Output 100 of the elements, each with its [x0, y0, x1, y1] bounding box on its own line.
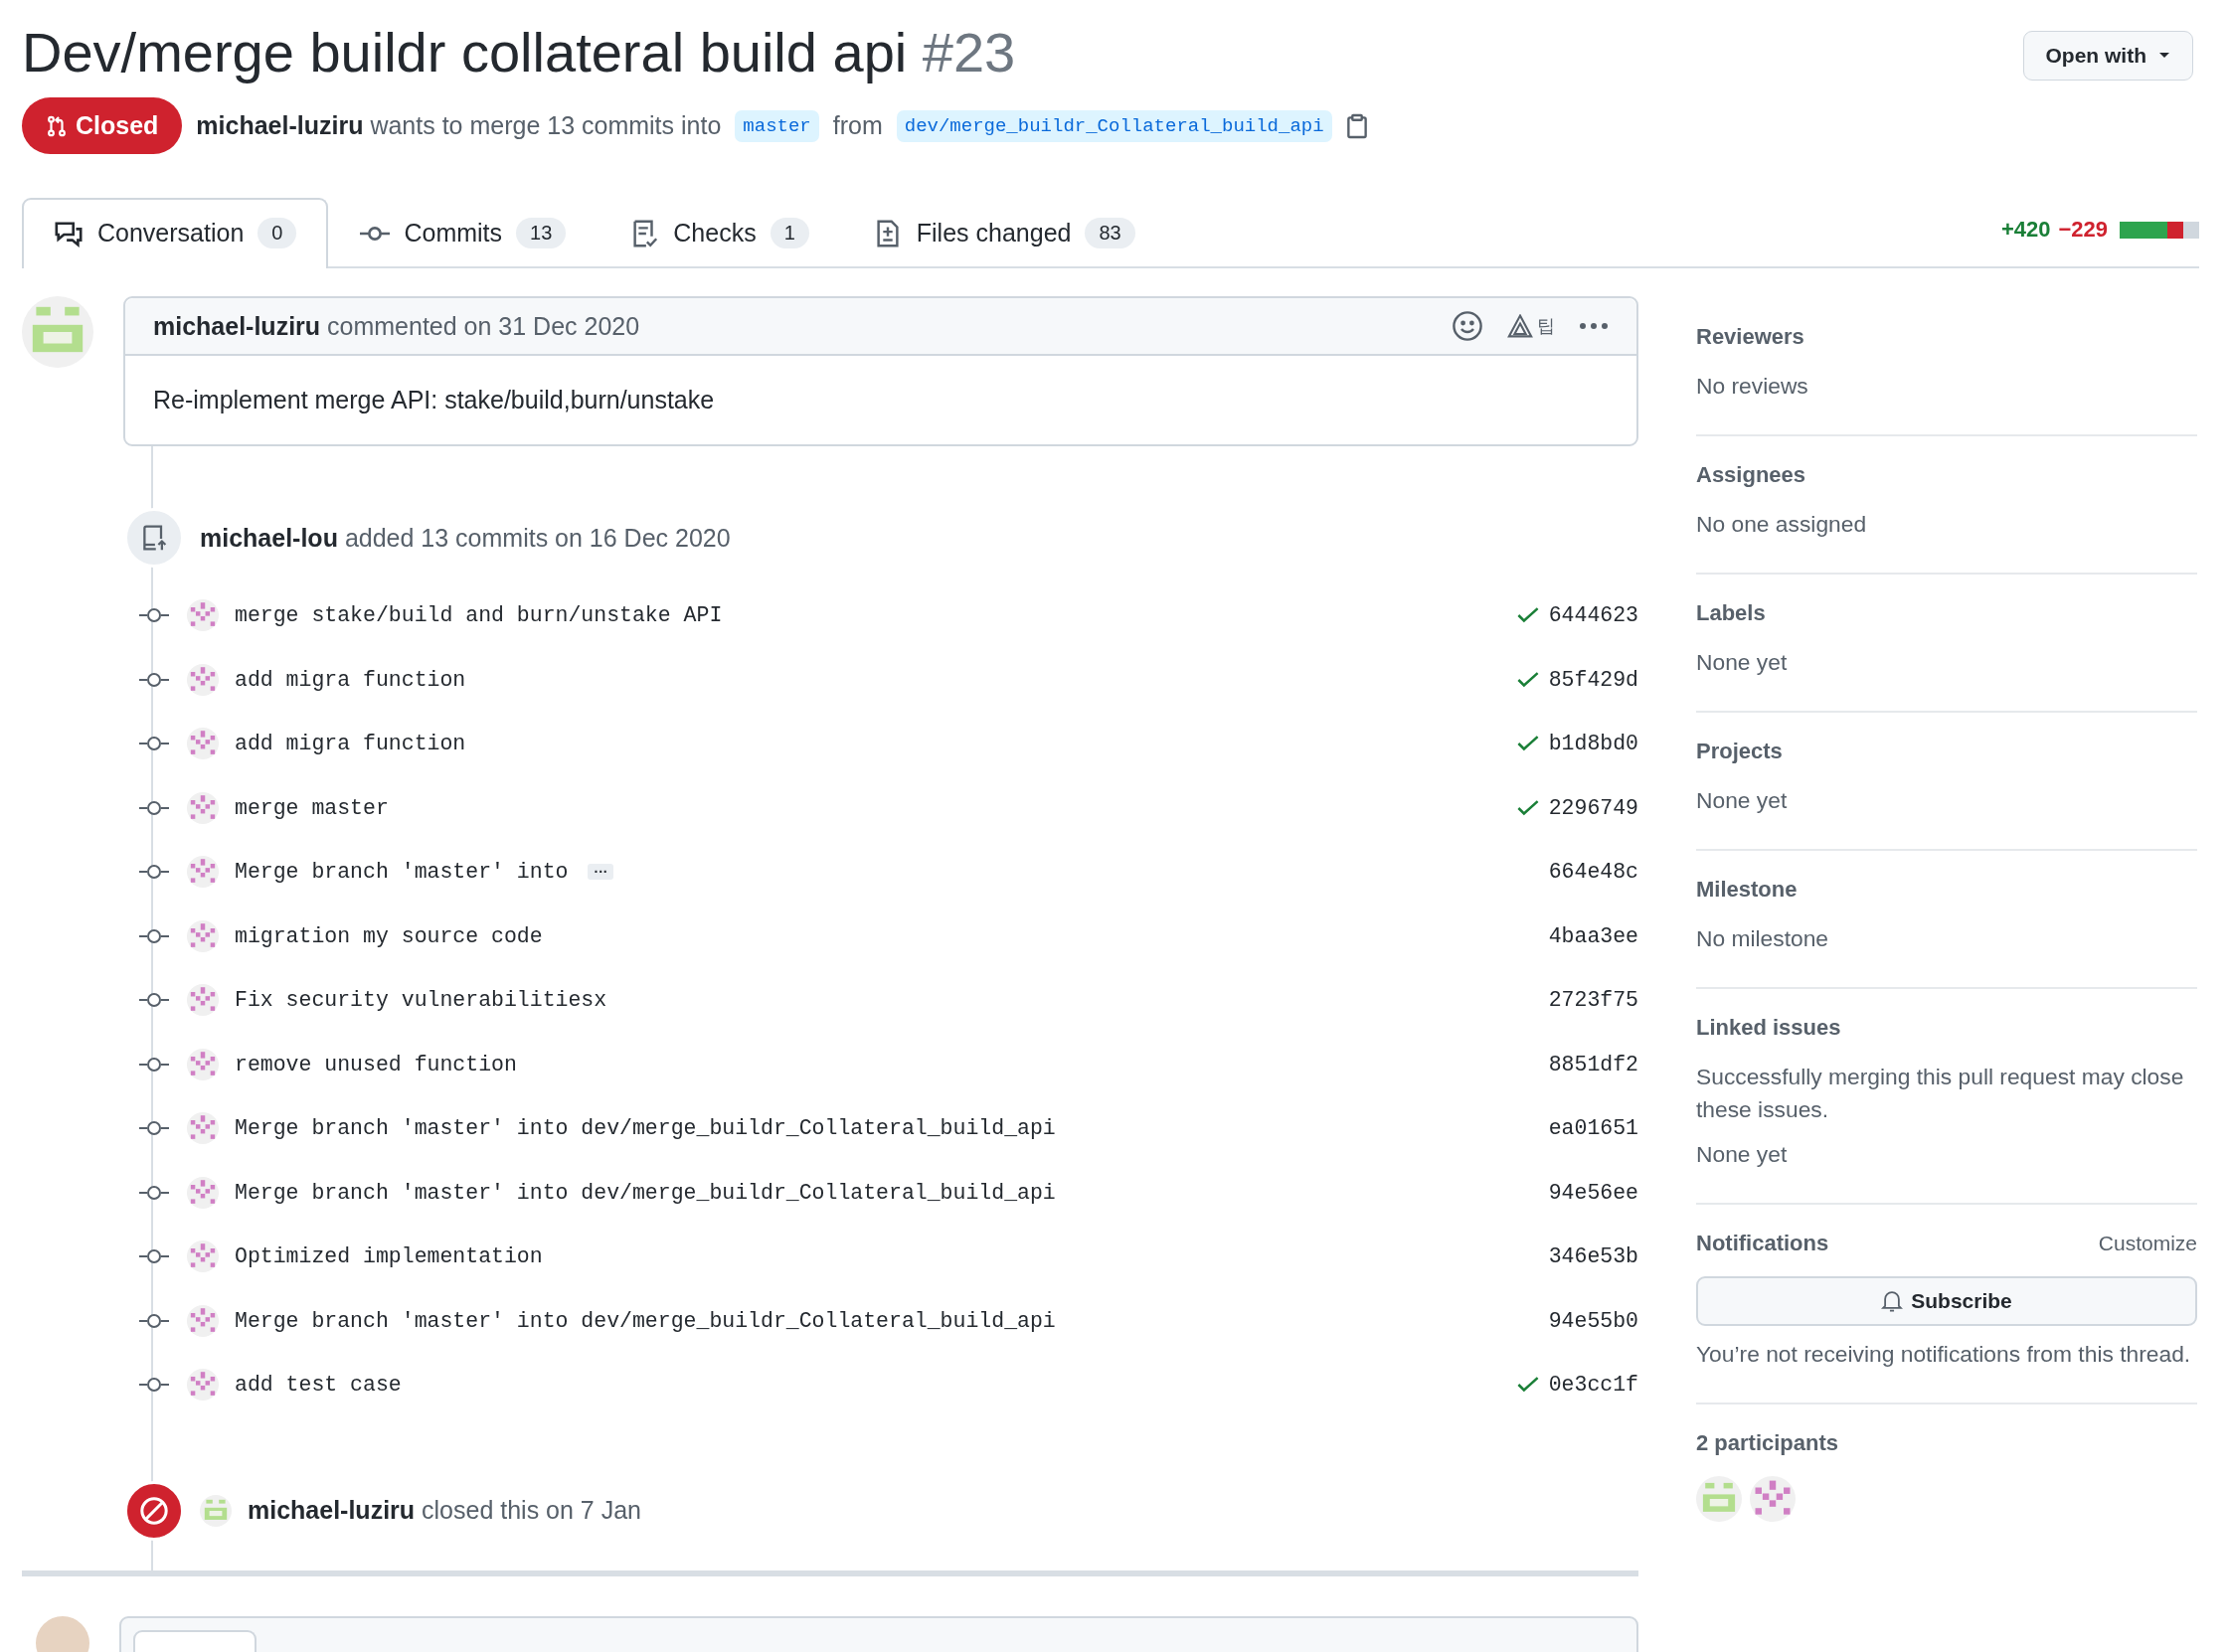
commit-node-icon [139, 799, 169, 816]
pull-request-icon [46, 113, 68, 138]
count-badge: 83 [1085, 218, 1135, 248]
avatar-icon [1750, 1476, 1796, 1522]
expand-button[interactable]: ··· [588, 864, 614, 881]
commit-node-icon [139, 1248, 169, 1265]
tab[interactable]: Commits 13 [328, 198, 599, 268]
commit-sha-link[interactable]: 94e55b0 [1548, 1308, 1638, 1333]
count-badge: 0 [257, 218, 297, 248]
sidebar-heading[interactable]: Milestone [1696, 877, 1798, 903]
push-icon [140, 524, 168, 552]
sidebar-heading[interactable]: Assignees [1696, 462, 1806, 488]
notification-note: You’re not receiving notifications from this thread. [1696, 1340, 2192, 1369]
commit-sha-link[interactable]: b1d8bd0 [1548, 732, 1638, 756]
avatar-icon [187, 856, 219, 889]
commit-message-link[interactable]: Fix security vulnerabilitiesx [235, 988, 607, 1013]
commit-node-icon [139, 1120, 169, 1137]
bell-icon [1881, 1289, 1904, 1313]
commit-sha-link[interactable]: 6444623 [1548, 603, 1638, 628]
commit-node-icon [139, 736, 169, 752]
commit-message-link[interactable]: add migra function [235, 667, 466, 692]
commit-node-icon [139, 927, 169, 944]
commit-sha-link[interactable]: 0e3cc1f [1548, 1373, 1638, 1398]
sidebar-heading[interactable]: Reviewers [1696, 324, 1804, 350]
tab[interactable]: Checks 1 [598, 198, 841, 268]
commit-message-link[interactable]: merge master [235, 795, 389, 820]
head-branch-link[interactable]: dev/merge_buildr_Collateral_build_api [896, 109, 1332, 142]
base-branch-link[interactable]: master [735, 109, 819, 142]
commit-sha-link[interactable]: ea01651 [1548, 1116, 1638, 1141]
avatar-icon [187, 663, 219, 696]
commit-message-link[interactable]: merge stake/build and burn/unstake API [235, 603, 723, 628]
caret-icon [2158, 52, 2170, 60]
avatar-icon [187, 1176, 219, 1209]
sidebar-heading[interactable]: Linked issues [1696, 1015, 1841, 1041]
commit-node-icon [139, 671, 169, 688]
commit-event-text: michael-lou added 13 commits on 16 Dec 2020 [200, 523, 731, 553]
commit-sha-link[interactable]: 4baa3ee [1548, 923, 1638, 948]
sidebar-text: None yet [1696, 1140, 1789, 1169]
commit-message-link[interactable]: Merge branch 'master' into dev/merge_buildr_Collateral_build_api [235, 1116, 1056, 1141]
commit-node-icon [139, 864, 169, 881]
avatar-icon [187, 728, 219, 760]
sidebar-heading[interactable]: Projects [1696, 739, 1783, 764]
sidebar-text: Successfully merging this pull request may close these issues. [1696, 1063, 2185, 1124]
sidebar-text: None yet [1696, 786, 1789, 815]
avatar-icon [187, 1240, 219, 1273]
commit-message-link[interactable]: Merge branch 'master' into dev/merge_buildr_Collateral_build_api [235, 1180, 1056, 1205]
avatar-icon [1696, 1476, 1742, 1522]
commit-sha-link[interactable]: 664e48c [1548, 860, 1638, 885]
commit-sha-link[interactable]: 2296749 [1548, 795, 1638, 820]
close-event-text: michael-luziru closed this on 7 Jan [248, 1496, 642, 1525]
commit-sha-link[interactable]: 2723f75 [1548, 988, 1638, 1013]
sidebar-text: No one assigned [1696, 510, 1868, 539]
commit-node-icon [139, 1312, 169, 1329]
comment-header-text: michael-luziru commented on 31 Dec 2020 [153, 311, 640, 341]
commit-message-link[interactable]: Merge branch 'master' into dev/merge_buildr_Collateral_build_api [235, 1308, 1056, 1333]
customize-link[interactable]: Customize [2098, 1231, 2197, 1256]
avatar-icon [187, 599, 219, 632]
commit-message-link[interactable]: migration my source code [235, 923, 543, 948]
avatar-icon [22, 296, 93, 368]
commit-sha-link[interactable]: 85f429d [1548, 667, 1638, 692]
triangle-icon[interactable] [1507, 314, 1533, 338]
tab[interactable]: Files changed 83 [840, 198, 1167, 268]
commit-node-icon [139, 992, 169, 1009]
sidebar-heading[interactable]: Labels [1696, 600, 1766, 626]
pull-request-summary: michael-luziru wants to merge 13 commits into [196, 111, 722, 140]
participants-heading: 2 participants [1696, 1430, 1839, 1456]
commit-node-icon [139, 607, 169, 624]
commit-node-icon [139, 1377, 169, 1394]
commit-node-icon [139, 1056, 169, 1073]
sidebar-text: No milestone [1696, 924, 1830, 953]
sidebar-heading: Notifications [1696, 1231, 1829, 1256]
avatar-icon [187, 1369, 219, 1402]
deletions-count: −229 [2058, 217, 2108, 243]
pull-request-title: Dev/merge buildr collateral build api #23 [22, 20, 1016, 85]
commit-message-link[interactable]: Optimized implementation [235, 1244, 543, 1269]
smiley-icon[interactable] [1452, 310, 1483, 342]
copy-icon[interactable] [1345, 112, 1368, 139]
additions-count: +420 [2000, 217, 2051, 243]
commit-message-link[interactable]: add migra function [235, 732, 466, 756]
subscribe-button[interactable]: Subscribe [1696, 1276, 2197, 1326]
tab[interactable]: Conversation 0 [22, 198, 329, 268]
comment-body: Re-implement merge API: stake/build,burn/unstake [152, 385, 716, 415]
from-label: from [832, 111, 883, 140]
avatar-icon [187, 984, 219, 1017]
count-badge: 13 [516, 218, 567, 248]
tip-label[interactable]: 팁 [1537, 314, 1555, 338]
blocked-icon [139, 1495, 169, 1526]
commit-sha-link[interactable]: 94e56ee [1548, 1180, 1638, 1205]
count-badge: 1 [770, 218, 809, 248]
commit-sha-link[interactable]: 346e53b [1548, 1244, 1638, 1269]
open-with-button[interactable]: Open with [2022, 31, 2193, 81]
commit-message-link[interactable]: Merge branch 'master' into [235, 860, 569, 885]
commit-sha-link[interactable]: 8851df2 [1548, 1052, 1638, 1076]
sidebar-text: No reviews [1696, 372, 1809, 401]
more-options-icon[interactable] [1579, 322, 1609, 330]
avatar-icon [200, 1494, 232, 1527]
commit-message-link[interactable]: add test case [235, 1373, 402, 1398]
avatar-icon [187, 791, 219, 824]
commit-message-link[interactable]: remove unused function [235, 1052, 517, 1076]
avatar-icon [187, 1112, 219, 1145]
